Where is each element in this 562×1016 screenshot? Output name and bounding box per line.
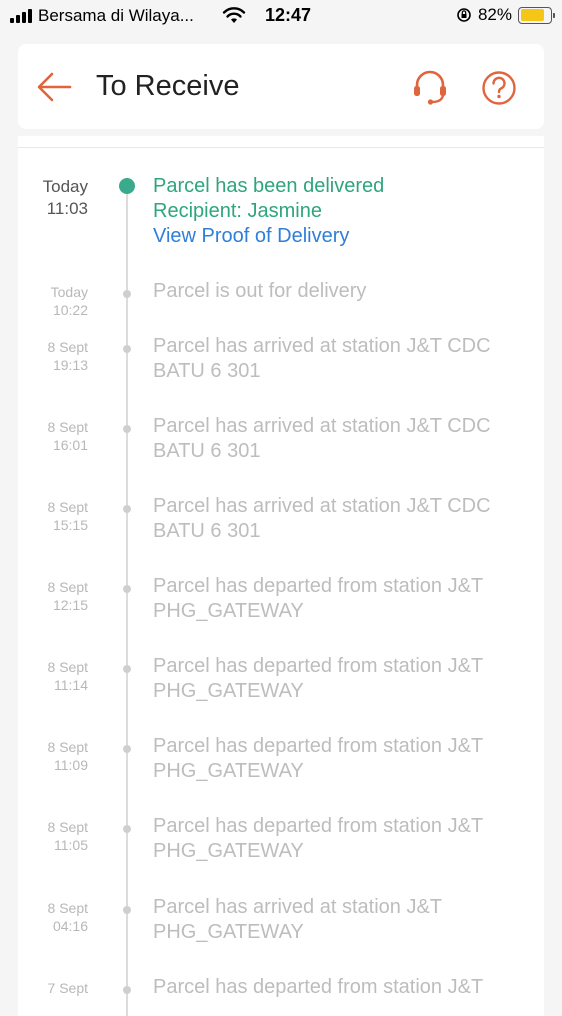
event-text-line: PHG_GATEWAY	[153, 921, 304, 943]
event-text-line: PHG_GATEWAY	[153, 680, 304, 702]
timeline-dot	[123, 665, 131, 673]
timeline-dot	[123, 585, 131, 593]
timeline-dot	[123, 425, 131, 433]
event-text-line: PHG_GATEWAY	[153, 760, 304, 782]
event-text-line: Parcel has departed from station J&T	[153, 735, 484, 757]
battery-fill	[520, 9, 545, 21]
timeline-line	[126, 186, 128, 1016]
event-timestamp: 8 Sept 11:09	[18, 738, 88, 774]
event-date: 8 Sept	[47, 499, 88, 515]
event-text-line: BATU 6 301	[153, 520, 261, 542]
event-description: Parcel has departed from station J&T PHG_…	[153, 654, 533, 704]
event-time: 11:03	[46, 199, 88, 218]
timeline-dot	[123, 906, 131, 914]
orientation-lock-icon	[457, 8, 471, 22]
event-description: Parcel has departed from station J&T	[153, 975, 533, 1000]
event-text-line: BATU 6 301	[153, 440, 261, 462]
event-time: 16:01	[52, 437, 88, 453]
timeline-dot-active	[119, 178, 135, 194]
event-date: 8 Sept	[47, 900, 88, 916]
event-description: Parcel has arrived at station J&T CDC BAT…	[153, 334, 533, 384]
event-timestamp: Today 11:03	[18, 176, 88, 220]
event-timestamp: 7 Sept	[18, 979, 88, 997]
view-proof-of-delivery-link[interactable]: View Proof of Delivery	[153, 224, 533, 249]
event-date: 8 Sept	[47, 819, 88, 835]
event-description: Parcel has departed from station J&T PHG_…	[153, 734, 533, 784]
event-timestamp: 8 Sept 19:13	[18, 338, 88, 374]
event-time: 10:22	[52, 302, 88, 318]
event-text-line: Parcel has departed from station J&T	[153, 575, 484, 597]
event-date: 8 Sept	[47, 659, 88, 675]
event-text-line: Parcel has arrived at station J&T CDC	[153, 335, 491, 357]
event-description: Parcel has arrived at station J&T CDC BAT…	[153, 414, 533, 464]
timeline-dot	[123, 505, 131, 513]
divider	[18, 147, 544, 148]
event-date: 8 Sept	[47, 579, 88, 595]
status-right: 82%	[456, 5, 555, 25]
status-bar: Bersama di Wilaya... 12:47 82%	[0, 0, 562, 33]
page-header: To Receive	[18, 44, 544, 129]
event-time: 19:13	[52, 357, 88, 373]
event-description: Parcel has been delivered Recipient: Jas…	[153, 174, 533, 249]
help-circle-icon[interactable]	[481, 70, 517, 106]
event-time: 11:09	[54, 757, 88, 773]
event-text-line: Parcel has departed from station J&T	[153, 655, 484, 677]
event-date: 8 Sept	[47, 419, 88, 435]
event-timestamp: 8 Sept 11:05	[18, 818, 88, 854]
event-text-line: PHG_GATEWAY	[153, 840, 304, 862]
battery-percent: 82%	[477, 5, 512, 24]
timeline-dot	[123, 345, 131, 353]
event-text-line: Parcel has departed from station J&T	[153, 976, 484, 998]
event-date: 7 Sept	[47, 980, 88, 996]
event-time: 11:05	[54, 837, 88, 853]
event-description: Parcel has departed from station J&T PHG_…	[153, 574, 533, 624]
event-timestamp: 8 Sept 11:14	[18, 658, 88, 694]
event-text-line: Parcel is out for delivery	[153, 280, 367, 302]
event-timestamp: Today 10:22	[18, 283, 88, 319]
event-time: 11:14	[54, 677, 88, 693]
event-description: Parcel has departed from station J&T PHG_…	[153, 814, 533, 864]
timeline-dot	[123, 290, 131, 298]
event-description: Parcel has arrived at station J&T CDC BAT…	[153, 494, 533, 544]
timeline-dot	[123, 986, 131, 994]
event-text-line: Parcel has arrived at station J&T	[153, 896, 443, 918]
event-description: Parcel has arrived at station J&T PHG_GAT…	[153, 895, 533, 945]
timeline-dot	[123, 745, 131, 753]
back-arrow-icon[interactable]	[36, 70, 72, 104]
delivery-status: Parcel has been delivered	[153, 175, 385, 197]
event-date: Today	[50, 284, 88, 300]
event-timestamp: 8 Sept 12:15	[18, 578, 88, 614]
event-date: Today	[42, 177, 88, 196]
page-title: To Receive	[96, 70, 240, 102]
event-description: Parcel is out for delivery	[153, 279, 533, 304]
event-date: 8 Sept	[47, 739, 88, 755]
event-time: 15:15	[52, 517, 88, 533]
event-timestamp: 8 Sept 04:16	[18, 899, 88, 935]
event-text-line: Parcel has arrived at station J&T CDC	[153, 495, 491, 517]
event-timestamp: 8 Sept 15:15	[18, 498, 88, 534]
event-timestamp: 8 Sept 16:01	[18, 418, 88, 454]
battery-icon	[518, 6, 555, 24]
tracking-timeline: Today 11:03 Parcel has been delivered Re…	[18, 136, 544, 1016]
event-text-line: Parcel has departed from station J&T	[153, 815, 484, 837]
headset-icon[interactable]	[410, 69, 450, 107]
timeline-dot	[123, 825, 131, 833]
event-text-line: BATU 6 301	[153, 360, 261, 382]
event-time: 04:16	[52, 918, 88, 934]
recipient-name: Recipient: Jasmine	[153, 200, 322, 222]
event-text-line: Parcel has arrived at station J&T CDC	[153, 415, 491, 437]
event-time: 12:15	[52, 597, 88, 613]
event-text-line: PHG_GATEWAY	[153, 600, 304, 622]
event-date: 8 Sept	[47, 339, 88, 355]
